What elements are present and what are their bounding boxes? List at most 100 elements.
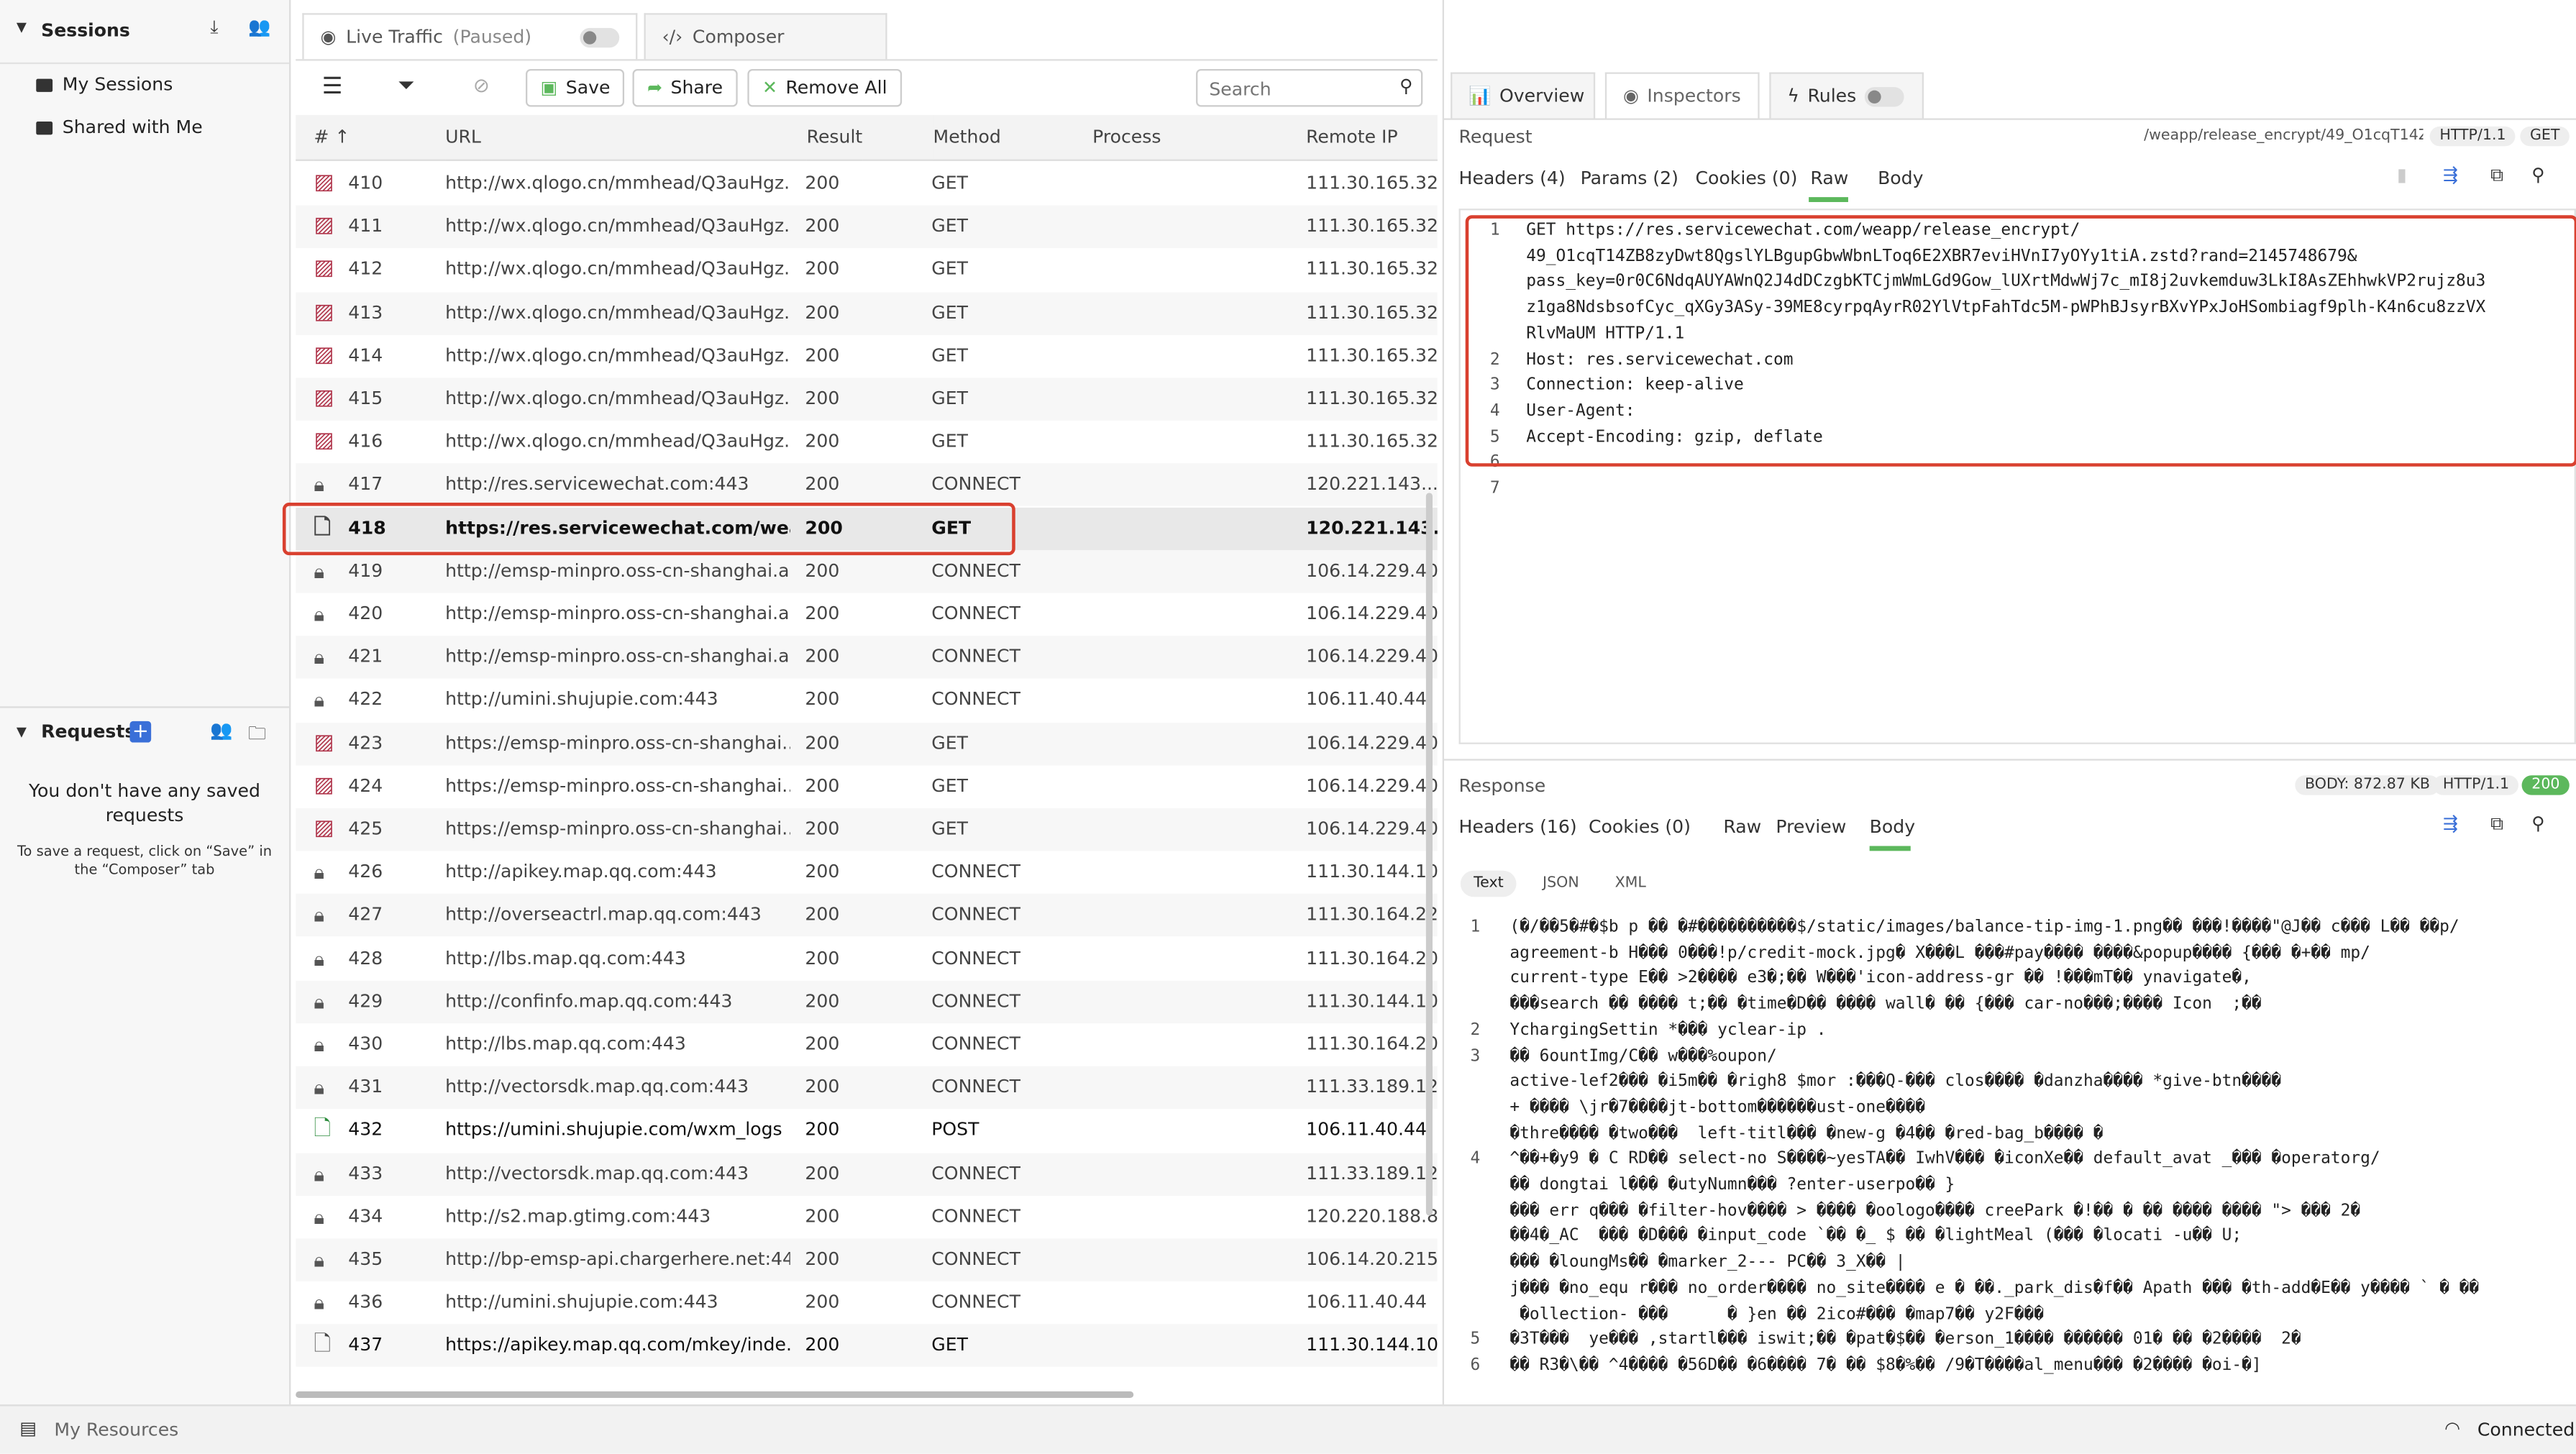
table-row[interactable]: 🗋432https://umini.shujupie.com/wxm_logs2… (296, 1110, 1438, 1152)
table-row[interactable]: 🔒︎420http://emsp-minpro.oss-cn-shanghai.… (296, 593, 1438, 636)
table-row[interactable]: ▨413http://wx.qlogo.cn/mmhead/Q3auHgz...… (296, 292, 1438, 334)
table-row[interactable]: ▨412http://wx.qlogo.cn/mmhead/Q3auHgz...… (296, 249, 1438, 291)
table-row[interactable]: ▨416http://wx.qlogo.cn/mmhead/Q3auHgz...… (296, 421, 1438, 463)
table-row[interactable]: 🔒︎421http://emsp-minpro.oss-cn-shanghai.… (296, 636, 1438, 678)
row-method: CONNECT (931, 895, 1079, 937)
response-tab[interactable]: Body (1870, 816, 1915, 838)
table-row[interactable]: 🔒︎428http://lbs.map.qq.com:443200CONNECT… (296, 937, 1438, 979)
filter-icon[interactable]: ⏷ (398, 74, 415, 99)
users-icon[interactable]: 👥 (248, 17, 270, 38)
tab-live-traffic[interactable]: ◉ Live Traffic (Paused) (302, 13, 637, 59)
table-row[interactable]: ▨410http://wx.qlogo.cn/mmhead/Q3auHgz...… (296, 163, 1438, 205)
table-row[interactable]: 🔒︎419http://emsp-minpro.oss-cn-shanghai.… (296, 550, 1438, 593)
table-row[interactable]: 🔒︎433http://vectorsdk.map.qq.com:443200C… (296, 1153, 1438, 1195)
add-request-icon[interactable]: + (129, 721, 151, 743)
col-process[interactable]: Process (1092, 115, 1161, 161)
copy-icon[interactable]: ⧉ (2490, 164, 2503, 187)
resources-icon[interactable]: ▤ (19, 1417, 37, 1439)
search-icon[interactable]: ⚲ (2531, 164, 2544, 186)
response-tab[interactable]: Cookies (0) (1589, 816, 1691, 838)
line-number: 6 (1448, 1353, 1481, 1379)
table-row[interactable]: 🔒︎436http://umini.shujupie.com:443200CON… (296, 1281, 1438, 1324)
table-row[interactable]: 🗋437https://apikey.map.qq.com/mkey/inde.… (296, 1325, 1438, 1367)
word-wrap-icon[interactable]: ⇶ (2443, 164, 2458, 186)
folder-add-icon[interactable]: 🗀 (248, 720, 266, 751)
row-number: 434 (348, 1196, 414, 1238)
download-icon[interactable]: ⤓ (210, 17, 218, 40)
sidebar-item-my-sessions[interactable]: My Sessions (36, 74, 173, 96)
row-result: 200 (805, 722, 903, 764)
remove-all-button[interactable]: ✕Remove All (747, 69, 902, 107)
split-divider[interactable] (1444, 759, 2576, 760)
col-result[interactable]: Result (807, 115, 863, 161)
row-result: 200 (805, 292, 903, 334)
horizontal-scrollbar[interactable] (296, 1391, 1133, 1398)
table-row[interactable]: 🔒︎431http://vectorsdk.map.qq.com:443200C… (296, 1066, 1438, 1109)
save-button[interactable]: ▣Save (526, 69, 625, 107)
search-input[interactable] (1206, 77, 1393, 101)
table-row[interactable]: 🔒︎427http://overseactrl.map.qq.com:44320… (296, 895, 1438, 937)
table-row[interactable]: ▨414http://wx.qlogo.cn/mmhead/Q3auHgz...… (296, 335, 1438, 378)
copy-icon[interactable]: ⧉ (2490, 813, 2503, 836)
share-button[interactable]: ➦Share (632, 69, 737, 107)
request-tab[interactable]: Cookies (0) (1696, 168, 1798, 189)
col-num[interactable]: # ↑ (314, 115, 350, 161)
search-icon[interactable]: ⚲ (2531, 813, 2544, 835)
format-tab[interactable]: XML (1602, 871, 1659, 897)
response-body-code[interactable]: 1(�/��5�#�$b p �� �#����������$/static/i… (1448, 915, 2564, 1398)
response-tab[interactable]: Headers (16) (1459, 816, 1577, 838)
tab-inspectors[interactable]: ◉Inspectors (1605, 73, 1760, 119)
sidebar-item-shared[interactable]: Shared with Me (36, 116, 202, 138)
chevron-down-icon[interactable]: ▼ (17, 724, 27, 739)
request-tab[interactable]: Raw (1810, 168, 1848, 189)
code-line: (�/��5�#�$b p �� �#����������$/static/im… (1509, 915, 2459, 1018)
row-method: CONNECT (931, 679, 1079, 721)
search-input-wrap[interactable]: ⚲ (1196, 69, 1422, 107)
lock-icon: 🔒︎ (314, 1153, 324, 1195)
table-row[interactable]: ▨424https://emsp-minpro.oss-cn-shanghai.… (296, 765, 1438, 808)
clear-filter-icon[interactable]: ⊘ (473, 74, 490, 97)
wrap-toggle-icon[interactable]: ▮ (2397, 164, 2407, 186)
code-line: �� R3�\�� ^4���� �56D�� �6���� 7� �� $8�… (1509, 1353, 2261, 1379)
table-row[interactable]: ▨411http://wx.qlogo.cn/mmhead/Q3auHgz...… (296, 206, 1438, 248)
request-tab[interactable]: Params (2) (1581, 168, 1678, 189)
response-tab[interactable]: Preview (1776, 816, 1846, 838)
rules-toggle[interactable] (1865, 86, 1904, 106)
row-url: http://emsp-minpro.oss-cn-shanghai.a... (445, 550, 790, 593)
request-tab[interactable]: Headers (4) (1459, 168, 1566, 189)
table-row[interactable]: 🔒︎426http://apikey.map.qq.com:443200CONN… (296, 851, 1438, 894)
table-row[interactable]: 🔒︎422http://umini.shujupie.com:443200CON… (296, 679, 1438, 721)
chevron-down-icon[interactable]: ▼ (17, 19, 27, 35)
table-row[interactable]: 🔒︎434http://s2.map.gtimg.com:443200CONNE… (296, 1196, 1438, 1238)
row-url: http://wx.qlogo.cn/mmhead/Q3auHgz... (445, 292, 790, 334)
users-icon[interactable]: 👥 (210, 720, 232, 741)
table-row[interactable]: 🔒︎417http://res.servicewechat.com:443200… (296, 464, 1438, 506)
col-url[interactable]: URL (445, 115, 481, 161)
row-method: CONNECT (931, 550, 1079, 593)
word-wrap-icon[interactable]: ⇶ (2443, 813, 2458, 835)
capture-toggle[interactable] (580, 27, 619, 47)
menu-icon[interactable]: ☰ (322, 74, 343, 101)
table-row[interactable]: ▨425https://emsp-minpro.oss-cn-shanghai.… (296, 808, 1438, 851)
request-tab[interactable]: Body (1878, 168, 1923, 189)
tab-composer[interactable]: ‹/› Composer (644, 13, 887, 59)
col-method[interactable]: Method (933, 115, 1001, 161)
col-remote-ip[interactable]: Remote IP (1306, 115, 1398, 161)
format-tab[interactable]: Text (1461, 871, 1517, 897)
http-version-badge: HTTP/1.1 (2430, 127, 2516, 146)
table-row[interactable]: 🔒︎435http://bp-emsp-api.chargerhere.net:… (296, 1238, 1438, 1281)
table-row[interactable]: ▨423https://emsp-minpro.oss-cn-shanghai.… (296, 722, 1438, 764)
row-method: CONNECT (931, 1153, 1079, 1195)
tab-rules[interactable]: ϟRules (1769, 73, 1924, 119)
response-tab[interactable]: Raw (1723, 816, 1761, 838)
table-row[interactable]: 🔒︎429http://confinfo.map.qq.com:443200CO… (296, 980, 1438, 1023)
vertical-scrollbar[interactable] (1426, 493, 1433, 1215)
requests-title: Requests (41, 721, 135, 743)
row-result: 200 (805, 980, 903, 1023)
format-tab[interactable]: JSON (1530, 871, 1592, 897)
tab-overview[interactable]: 📊Overview (1451, 73, 1595, 119)
table-row[interactable]: ▨415http://wx.qlogo.cn/mmhead/Q3auHgz...… (296, 378, 1438, 420)
my-resources-link[interactable]: My Resources (54, 1419, 178, 1441)
row-remote-ip: 111.30.165.32 (1306, 206, 1438, 248)
table-row[interactable]: 🔒︎430http://lbs.map.qq.com:443200CONNECT… (296, 1023, 1438, 1066)
